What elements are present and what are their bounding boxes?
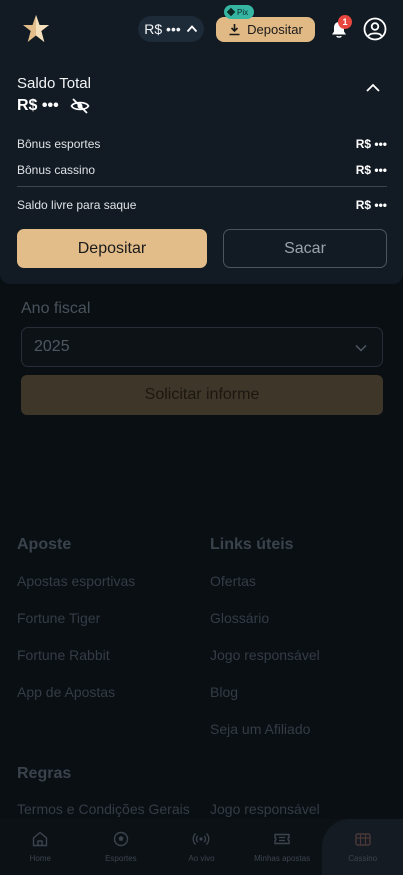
- sports-bonus-row: Bônus esportes R$ •••: [17, 137, 387, 151]
- withdrawable-balance-row: Saldo livre para saque R$ •••: [17, 198, 387, 212]
- footer-link[interactable]: Glossário: [210, 610, 269, 626]
- casino-bonus-value: R$ •••: [355, 163, 387, 177]
- balance-pill-value: R$ •••: [144, 21, 181, 37]
- pix-icon: [226, 7, 236, 17]
- footer-link[interactable]: Fortune Tiger: [17, 610, 100, 626]
- withdraw-button[interactable]: Sacar: [223, 229, 387, 268]
- footer-link[interactable]: Blog: [210, 684, 238, 700]
- nav-casino-label: Cassino: [348, 854, 378, 863]
- footer-link[interactable]: Termos e Condições Gerais: [17, 801, 190, 817]
- nav-live[interactable]: Ao vivo: [161, 819, 242, 875]
- fiscal-year-value: 2025: [34, 338, 70, 355]
- notification-badge: 1: [338, 15, 352, 29]
- footer-links-uteis-title: Links úteis: [210, 536, 294, 553]
- nav-sports-label: Esportes: [105, 854, 137, 863]
- footer-link[interactable]: Seja um Afiliado: [210, 721, 310, 737]
- home-icon: [33, 831, 48, 847]
- ticket-icon: [274, 833, 290, 845]
- footer-link[interactable]: Jogo responsável: [210, 647, 320, 663]
- bottom-nav: Home Esportes Ao vivo Minhas apostas Cas…: [0, 819, 403, 875]
- nav-sports[interactable]: Esportes: [81, 819, 162, 875]
- request-report-button[interactable]: Solicitar informe: [21, 375, 383, 415]
- nav-my-bets[interactable]: Minhas apostas: [242, 819, 323, 875]
- nav-home[interactable]: Home: [0, 819, 81, 875]
- footer-aposte-title: Aposte: [17, 536, 72, 553]
- fiscal-year-label: Ano fiscal: [21, 300, 91, 317]
- live-icon: [193, 833, 210, 845]
- total-balance-value: R$ •••: [17, 97, 59, 114]
- withdrawable-balance-label: Saldo livre para saque: [17, 198, 137, 212]
- chevron-up-icon[interactable]: [364, 79, 382, 97]
- footer-link[interactable]: App de Apostas: [17, 684, 115, 700]
- nav-home-label: Home: [29, 854, 51, 863]
- fiscal-year-select[interactable]: 2025: [21, 327, 383, 367]
- pix-badge: Pix: [224, 5, 255, 19]
- footer-link[interactable]: Ofertas: [210, 573, 256, 589]
- nav-live-label: Ao vivo: [188, 854, 215, 863]
- total-balance-label: Saldo Total: [17, 75, 91, 92]
- nav-casino[interactable]: Cassino: [322, 819, 403, 875]
- user-profile-icon[interactable]: [363, 17, 387, 41]
- header-deposit-label: Depositar: [247, 22, 303, 37]
- casino-icon: [354, 833, 371, 846]
- chevron-up-icon: [186, 25, 197, 33]
- balance-panel: Saldo Total R$ ••• Bônus esportes R$ •••…: [0, 60, 403, 284]
- divider: [17, 186, 387, 187]
- casino-bonus-row: Bônus cassino R$ •••: [17, 163, 387, 177]
- footer-link[interactable]: Fortune Rabbit: [17, 647, 110, 663]
- chevron-down-icon: [355, 344, 367, 352]
- eye-off-icon[interactable]: [70, 97, 90, 115]
- casino-bonus-label: Bônus cassino: [17, 163, 96, 177]
- footer-regras-title: Regras: [17, 765, 72, 782]
- star-logo-icon[interactable]: [22, 14, 50, 44]
- sports-bonus-label: Bônus esportes: [17, 137, 101, 151]
- footer-link[interactable]: Jogo responsável: [210, 801, 320, 817]
- balance-toggle[interactable]: R$ •••: [138, 16, 204, 42]
- footer-link[interactable]: Apostas esportivas: [17, 573, 135, 589]
- pix-badge-label: Pix: [237, 7, 249, 17]
- nav-my-bets-label: Minhas apostas: [254, 854, 311, 863]
- ball-icon: [113, 831, 129, 847]
- sports-bonus-value: R$ •••: [355, 137, 387, 151]
- header-deposit-button[interactable]: Depositar: [216, 17, 315, 42]
- top-header: R$ ••• Depositar Pix 1: [0, 0, 403, 60]
- download-icon: [229, 24, 240, 36]
- deposit-button[interactable]: Depositar: [17, 229, 207, 268]
- withdrawable-balance-value: R$ •••: [355, 198, 387, 212]
